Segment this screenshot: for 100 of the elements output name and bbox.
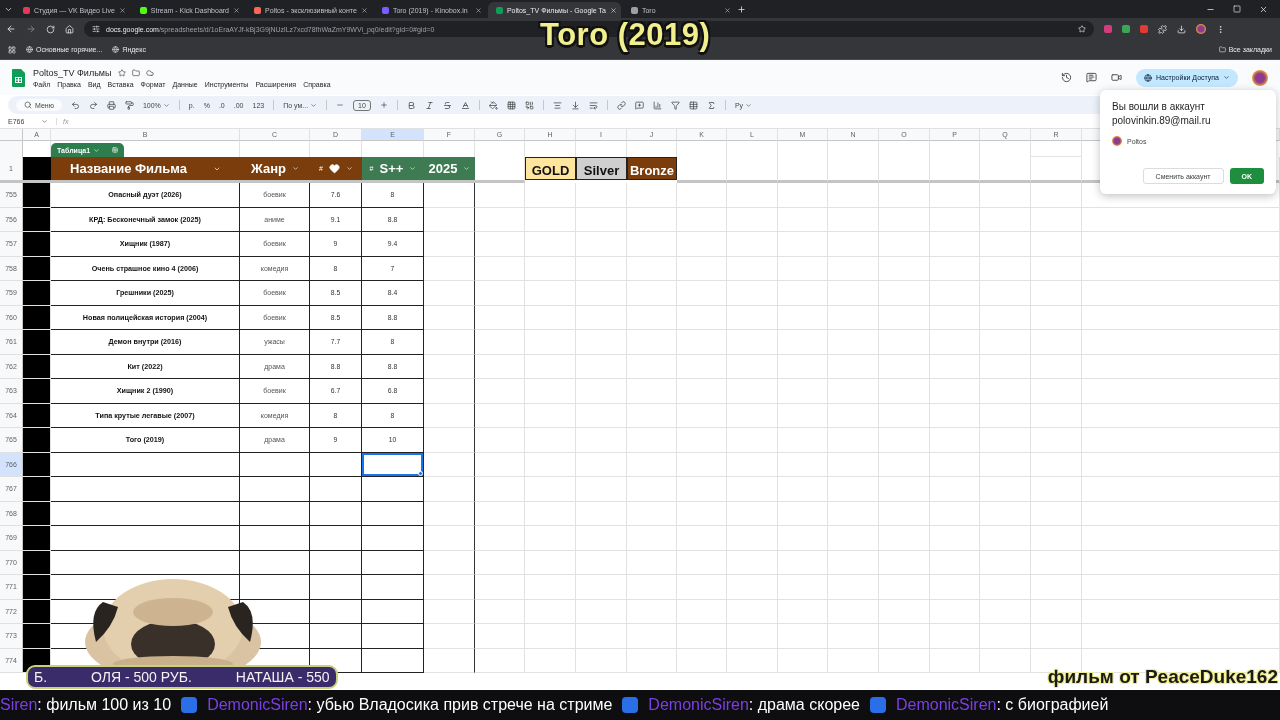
close-icon[interactable] <box>723 6 731 14</box>
chat-message: DemonicSiren: убью Владосика прив стрече на стриме <box>207 696 613 714</box>
document-title[interactable]: Poltos_TV Фильмы <box>33 67 112 78</box>
align-icon[interactable] <box>552 100 562 110</box>
chat-message: Siren: фильм 100 из 10 <box>0 696 172 714</box>
text-color-icon[interactable] <box>460 100 470 110</box>
apps-icon[interactable] <box>8 45 16 54</box>
increase-size-icon[interactable] <box>379 101 388 109</box>
comments-icon[interactable] <box>1086 72 1098 83</box>
heart-icon <box>328 163 340 174</box>
shaded-cell <box>23 157 51 183</box>
caret-icon[interactable] <box>310 101 318 109</box>
redo-icon[interactable] <box>88 100 98 110</box>
back-icon[interactable] <box>6 24 16 34</box>
close-icon[interactable] <box>118 6 126 14</box>
caret-icon[interactable] <box>162 101 170 109</box>
close-icon[interactable] <box>474 6 482 14</box>
account-email: polovinkin.89@mail.ru <box>1112 114 1212 128</box>
search-icon[interactable] <box>24 101 32 109</box>
shaded-cell <box>23 379 51 404</box>
donation-entry: ОЛЯ - 500 РУБ. <box>91 669 192 685</box>
chart-icon[interactable] <box>652 100 662 110</box>
selected-cell[interactable] <box>362 452 424 477</box>
italic-icon[interactable] <box>424 100 434 110</box>
paint-format-icon[interactable] <box>124 100 134 110</box>
download-icon[interactable] <box>1177 24 1186 34</box>
shaded-cell <box>23 207 51 232</box>
header-cell[interactable]: 2025 <box>424 157 475 183</box>
caret-icon[interactable] <box>409 165 417 172</box>
caret-icon[interactable] <box>93 146 101 154</box>
caret-icon[interactable] <box>745 101 753 109</box>
vertical-align-icon[interactable] <box>570 100 580 110</box>
home-icon[interactable] <box>65 24 74 34</box>
close-icon[interactable] <box>360 6 368 14</box>
meet-icon[interactable] <box>1111 72 1123 83</box>
close-icon[interactable] <box>609 6 617 14</box>
link-icon[interactable] <box>616 100 626 110</box>
shaded-cell <box>23 232 51 257</box>
site-settings-icon[interactable] <box>92 25 100 33</box>
shaded-cell <box>23 354 51 379</box>
bookmark-star-icon[interactable] <box>1078 25 1086 33</box>
shaded-cell <box>23 428 51 453</box>
extension-icon[interactable] <box>1140 25 1148 33</box>
caret-icon[interactable] <box>345 165 353 172</box>
chat-message: DemonicSiren: драма скорее <box>648 696 860 714</box>
borders-icon[interactable] <box>506 100 516 110</box>
shaded-cell <box>23 256 51 281</box>
history-icon[interactable] <box>1061 72 1073 83</box>
forward-icon[interactable] <box>26 24 36 34</box>
menu-icon[interactable] <box>1216 24 1225 34</box>
header-cell[interactable]: Название Фильма <box>51 157 240 183</box>
print-icon[interactable] <box>106 100 116 110</box>
medal-label: GOLD <box>525 157 576 180</box>
profile-avatar[interactable] <box>1196 24 1206 34</box>
puzzle-icon[interactable] <box>1158 24 1167 34</box>
globe-icon[interactable] <box>1144 73 1153 82</box>
extension-icon[interactable] <box>1122 25 1130 33</box>
new-tab-icon[interactable] <box>736 4 746 14</box>
shaded-cell <box>23 281 51 306</box>
move-icon[interactable] <box>131 68 140 77</box>
star-icon[interactable] <box>117 68 126 77</box>
donation-entry: Б. <box>34 669 48 685</box>
sigma-icon[interactable] <box>706 100 716 110</box>
close-icon[interactable] <box>233 6 240 14</box>
caret-icon[interactable] <box>41 117 48 125</box>
filter-icon[interactable] <box>670 100 680 110</box>
chat-badge-icon <box>181 697 198 713</box>
profile-avatar[interactable] <box>1252 69 1268 86</box>
fill-color-icon[interactable] <box>488 100 498 110</box>
row-header-gap <box>0 141 23 157</box>
chat-badge-icon <box>870 697 886 713</box>
caret-icon[interactable] <box>291 165 299 172</box>
shaded-cell <box>23 305 51 330</box>
bold-icon[interactable] <box>406 100 416 110</box>
reload-icon[interactable] <box>46 24 55 34</box>
table-icon[interactable] <box>688 100 698 110</box>
popup-heading: Вы вошли в аккаунт <box>1112 100 1206 114</box>
chat-message: DemonicSiren: с биографией <box>896 696 1109 714</box>
header-cell[interactable]: Жанр <box>240 157 310 183</box>
comment-icon[interactable] <box>634 100 644 110</box>
account-avatar <box>1112 136 1122 146</box>
folder-icon[interactable] <box>1218 46 1226 53</box>
strikethrough-icon[interactable] <box>442 100 452 110</box>
donation-entry: НАТАША - 550 <box>235 669 330 685</box>
shaded-cell <box>23 452 51 477</box>
caret-icon[interactable] <box>463 165 471 172</box>
merge-icon[interactable] <box>524 100 534 110</box>
wrap-icon[interactable] <box>588 100 598 110</box>
shaded-cell <box>23 599 51 624</box>
sheets-logo-icon[interactable] <box>12 68 25 87</box>
maximize-icon[interactable] <box>1233 4 1241 13</box>
undo-icon[interactable] <box>70 100 80 110</box>
shaded-cell <box>23 330 51 355</box>
stream-caption-overlay: фильм от PeaceDuke162 <box>1047 666 1278 688</box>
caret-icon[interactable] <box>1223 74 1230 81</box>
shaded-cell <box>23 575 51 600</box>
close-icon[interactable] <box>1259 4 1268 14</box>
shaded-cell <box>23 403 51 428</box>
cloud-icon[interactable] <box>145 68 154 77</box>
shaded-cell <box>23 183 51 208</box>
